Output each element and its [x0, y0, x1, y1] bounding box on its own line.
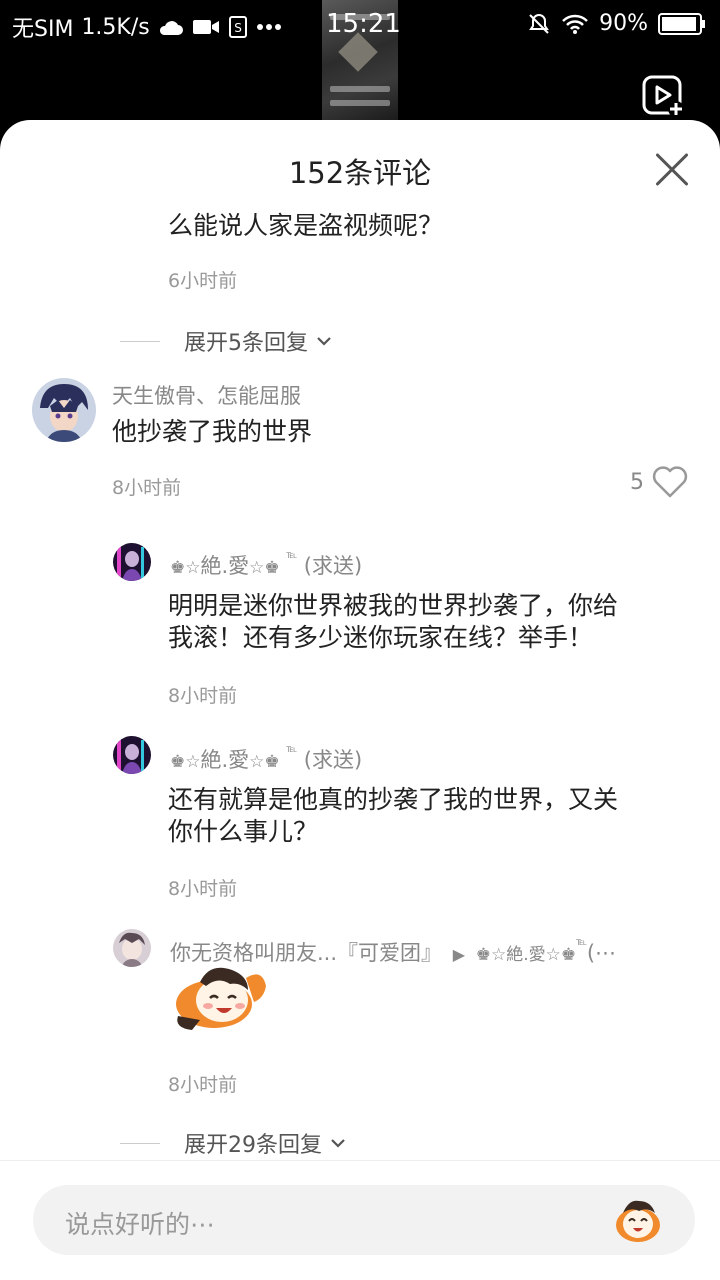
mute-bell-icon [529, 13, 549, 34]
comment-input-bar: 说点好听的⋯ [0, 1160, 720, 1280]
divider [120, 1142, 160, 1144]
reply-text: 么能说人家是盗视频呢？ [168, 211, 444, 240]
username-suffix: (求送) [303, 554, 363, 578]
comment-text: 他抄袭了我的世界 [112, 417, 313, 446]
reply-username[interactable]: ♚☆絶.愛☆♚ ℡ (求送) [170, 744, 362, 774]
status-left: 无SIM 1.5K/s S [12, 11, 282, 43]
reply-time: 8小时前 [168, 878, 238, 900]
sticker-image[interactable] [170, 958, 270, 1038]
username-symbols: ♚☆ [170, 558, 201, 578]
username-symbols: ☆♚ [249, 752, 280, 772]
reply-time: 6小时前 [168, 270, 238, 292]
username-suffix: (⋯ [586, 941, 617, 965]
expand-replies-button[interactable]: 展开5条回复 [120, 325, 332, 357]
reply-arrow-icon: ▶ [452, 945, 466, 964]
more-dots-icon [256, 24, 281, 30]
reply-avatar[interactable] [113, 543, 151, 581]
reply-avatar[interactable] [113, 929, 151, 967]
chevron-down-icon [317, 337, 331, 346]
user-avatar-image [32, 378, 96, 442]
username-suffix: (求送) [303, 748, 363, 772]
reply-time: 8小时前 [168, 1074, 238, 1096]
reply-to-username[interactable]: ♚☆絶.愛☆♚ [476, 945, 576, 965]
avatar[interactable] [32, 378, 96, 442]
svg-text:S: S [234, 21, 242, 35]
status-bar: 无SIM 1.5K/s S 15:21 90% [0, 0, 720, 120]
clock: 15:21 [326, 9, 401, 39]
comment-username[interactable]: 天生傲骨、怎能屈服 [112, 380, 301, 410]
battery-percent: 90% [599, 11, 648, 36]
reply-avatar-image [113, 736, 151, 774]
comment-time: 8小时前 [112, 477, 182, 499]
comment-input[interactable]: 说点好听的⋯ [33, 1185, 695, 1255]
reply-avatar[interactable] [113, 736, 151, 774]
reply-avatar-image [113, 543, 151, 581]
reply-username[interactable]: ♚☆絶.愛☆♚ ℡ (求送) [170, 550, 362, 580]
expand-label: 展开29条回复 [184, 1133, 322, 1158]
input-placeholder: 说点好听的⋯ [65, 1210, 216, 1239]
network-speed: 1.5K/s [81, 14, 150, 40]
reply-text-line: 你什么事儿？ [168, 817, 319, 846]
chevron-down-icon [331, 1139, 345, 1148]
reply-text-line: 我滚！还有多少迷你玩家在线？举手！ [168, 623, 594, 652]
heart-icon [652, 466, 688, 498]
video-icon [192, 20, 219, 34]
wifi-icon [562, 14, 588, 34]
emoji-sticker-icon[interactable] [609, 1195, 667, 1245]
reply-text-line: 明明是迷你世界被我的世界抄袭了，你给 [168, 591, 619, 620]
status-right: 90% [527, 11, 706, 36]
like-button[interactable]: 5 [630, 466, 688, 498]
comment-sheet: 152条评论 么能说人家是盗视频呢？ 6小时前 展开5条回复 天生傲骨、怎能屈服… [0, 120, 720, 1280]
reply-avatar-image [113, 929, 151, 967]
expand-replies-button[interactable]: 展开29条回复 [120, 1127, 346, 1159]
close-icon[interactable] [654, 152, 690, 188]
battery-icon [658, 12, 705, 35]
username-symbols: ♚☆ [170, 752, 201, 772]
username-tel: ℡ [286, 744, 298, 755]
divider [120, 340, 160, 342]
comment-count-title: 152条评论 [288, 156, 432, 190]
username-tel: ℡ [286, 550, 298, 561]
sim-icon: S [228, 16, 247, 38]
username-symbols: ☆♚ [249, 558, 280, 578]
carrier-text: 无SIM [12, 17, 74, 42]
cloud-icon [159, 21, 183, 35]
reply-text-line: 还有就算是他真的抄袭了我的世界，又关 [168, 785, 619, 814]
add-video-icon[interactable] [641, 74, 685, 118]
username-main: 絶.愛 [200, 554, 250, 578]
username-main: 絶.愛 [200, 748, 250, 772]
reply-time: 8小时前 [168, 685, 238, 707]
expand-label: 展开5条回复 [184, 331, 308, 356]
username-tel: ℡ [576, 937, 587, 948]
like-count: 5 [630, 469, 644, 495]
